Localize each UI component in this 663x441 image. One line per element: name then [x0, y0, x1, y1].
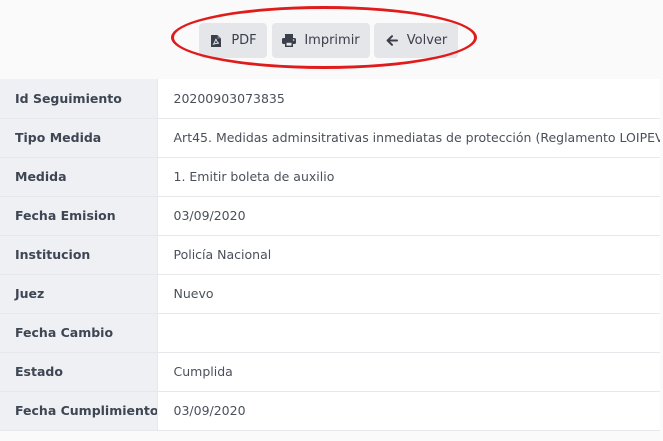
table-row: Medida 1. Emitir boleta de auxilio — [0, 157, 660, 197]
table-row: Institucion Policía Nacional — [0, 235, 660, 275]
table-row: Estado Cumplida — [0, 352, 660, 392]
row-value: 20200903073835 — [157, 79, 660, 119]
file-pdf-icon — [209, 34, 223, 48]
row-label: Medida — [0, 157, 158, 197]
details-table: Id Seguimiento 20200903073835 Tipo Medid… — [0, 79, 660, 431]
pdf-button-label: PDF — [231, 33, 257, 48]
action-toolbar: PDF Imprimir Volver — [0, 0, 663, 78]
table-row: Id Seguimiento 20200903073835 — [0, 79, 660, 119]
row-label: Tipo Medida — [0, 118, 158, 158]
row-label: Estado — [0, 352, 158, 392]
back-button-label: Volver — [406, 33, 448, 48]
row-label: Institucion — [0, 235, 158, 275]
table-row: Fecha Cambio — [0, 313, 660, 353]
row-label: Fecha Emision — [0, 196, 158, 236]
print-button-label: Imprimir — [304, 33, 360, 48]
row-value: Cumplida — [157, 352, 660, 392]
page: PDF Imprimir Volver Id Seguimiento 20200… — [0, 0, 663, 441]
table-row: Fecha Emision 03/09/2020 — [0, 196, 660, 236]
row-label: Fecha Cumplimiento — [0, 391, 158, 431]
printer-icon — [282, 34, 297, 48]
back-button[interactable]: Volver — [374, 23, 458, 58]
table-row: Juez Nuevo — [0, 274, 660, 314]
arrow-left-icon — [385, 34, 399, 48]
row-value: 1. Emitir boleta de auxilio — [157, 157, 660, 197]
print-button[interactable]: Imprimir — [272, 23, 370, 58]
row-label: Juez — [0, 274, 158, 314]
row-value: Nuevo — [157, 274, 660, 314]
row-value — [157, 313, 660, 353]
table-row: Tipo Medida Art45. Medidas adminsitrativ… — [0, 118, 660, 158]
row-value: Policía Nacional — [157, 235, 660, 275]
row-label: Fecha Cambio — [0, 313, 158, 353]
row-value: 03/09/2020 — [157, 391, 660, 431]
row-value: 03/09/2020 — [157, 196, 660, 236]
table-row: Fecha Cumplimiento 03/09/2020 — [0, 391, 660, 431]
row-value: Art45. Medidas adminsitrativas inmediata… — [157, 118, 660, 158]
row-label: Id Seguimiento — [0, 79, 158, 119]
pdf-button[interactable]: PDF — [199, 23, 267, 58]
